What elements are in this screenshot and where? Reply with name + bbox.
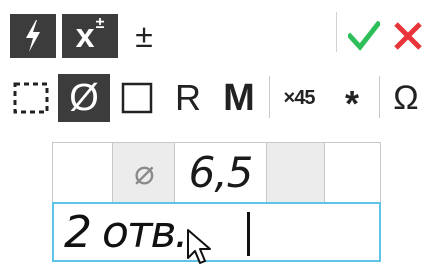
- metric-button[interactable]: M: [214, 76, 264, 120]
- toolbar-divider: [336, 12, 337, 52]
- asterisk-button[interactable]: *: [330, 76, 374, 124]
- dashed-square-button[interactable]: [8, 76, 54, 120]
- radius-label: R: [175, 77, 201, 118]
- diameter-button[interactable]: Ø: [58, 74, 110, 122]
- diameter-symbol: ⌀: [133, 152, 154, 193]
- mouse-pointer-icon: [187, 229, 211, 264]
- confirm-button[interactable]: [344, 16, 384, 56]
- text-input[interactable]: 2 отв.: [52, 202, 381, 262]
- x-label: x: [75, 17, 95, 55]
- cancel-button[interactable]: [388, 16, 428, 56]
- diameter-label: Ø: [69, 77, 99, 119]
- text-caret: [247, 212, 250, 256]
- dashed-square-icon: [13, 82, 49, 114]
- square-icon: [121, 82, 153, 114]
- chamfer-button[interactable]: ×45: [274, 76, 324, 120]
- value-cell[interactable]: 6,5: [175, 143, 267, 202]
- prefix-cell[interactable]: [53, 143, 113, 202]
- plus-minus-label: ±: [135, 17, 153, 54]
- chamfer-label: ×45: [283, 86, 316, 109]
- tolerance-cell[interactable]: [267, 143, 325, 202]
- asterisk-label: *: [344, 83, 359, 124]
- dimension-value: 6,5: [188, 148, 254, 197]
- text-input-value: 2 отв.: [64, 207, 188, 258]
- radius-button[interactable]: R: [166, 76, 210, 120]
- top-toolbar: x ± ±: [0, 0, 431, 62]
- symbol-cell[interactable]: ⌀: [113, 143, 175, 202]
- metric-label: M: [223, 76, 255, 119]
- x-superscript-button[interactable]: x ±: [62, 14, 118, 58]
- omega-label: Ω: [393, 78, 419, 117]
- symbols-toolbar: Ø R M ×45 * Ω: [0, 66, 431, 124]
- lightning-button[interactable]: [10, 14, 56, 58]
- toolbar-divider: [379, 76, 380, 118]
- square-button[interactable]: [114, 76, 160, 120]
- dimension-table: ⌀ 6,5: [52, 142, 381, 202]
- lightning-icon: [26, 20, 40, 52]
- omega-button[interactable]: Ω: [384, 76, 428, 120]
- toolbar-divider: [269, 76, 270, 118]
- close-icon: [394, 22, 422, 50]
- suffix-cell[interactable]: [325, 143, 381, 202]
- checkmark-icon: [348, 21, 380, 51]
- plus-minus-superscript: ±: [95, 15, 105, 32]
- plus-minus-button[interactable]: ±: [124, 14, 164, 58]
